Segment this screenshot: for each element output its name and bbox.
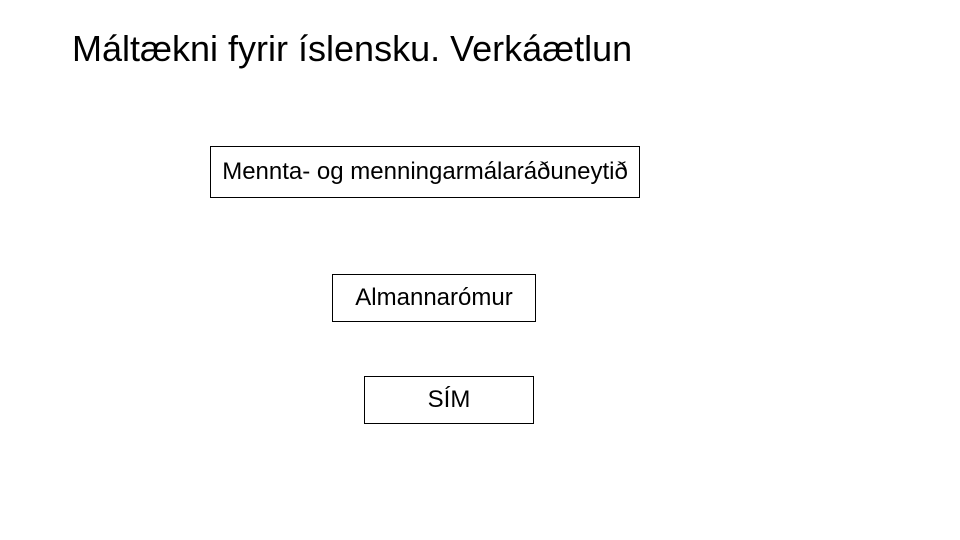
box-label: SÍM: [428, 386, 471, 414]
box-label: Mennta- og menningarmálaráðuneytið: [222, 158, 628, 186]
slide-title: Máltækni fyrir íslensku. Verkáætlun: [72, 28, 632, 70]
diagram-box-almannaromur: Almannarómur: [332, 274, 536, 322]
diagram-box-ministry: Mennta- og menningarmálaráðuneytið: [210, 146, 640, 198]
box-label: Almannarómur: [355, 284, 512, 312]
diagram-box-sim: SÍM: [364, 376, 534, 424]
